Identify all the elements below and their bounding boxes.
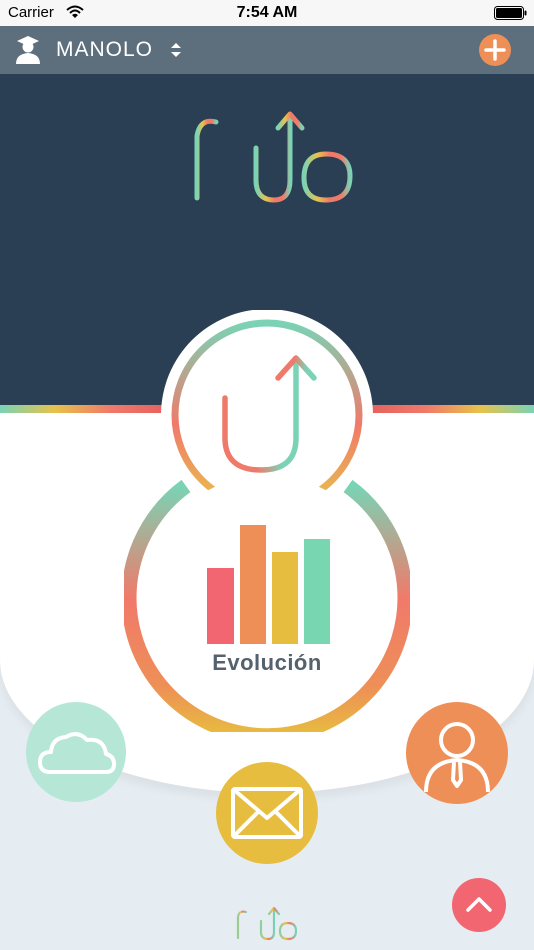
status-bar: Carrier 7:54 AM [0, 0, 534, 26]
chart-bar-4 [304, 539, 330, 644]
flup-logo-small [234, 906, 298, 948]
evolucion-label: Evolución [212, 650, 322, 675]
profile-button[interactable] [404, 700, 510, 806]
user-name[interactable]: MANOLO [56, 38, 153, 62]
nav-bar: MANOLO [0, 26, 534, 74]
chart-bar-2 [240, 525, 266, 644]
accent-stripe-left [0, 405, 165, 413]
chart-bar-1 [207, 568, 234, 644]
accent-stripe-right [372, 405, 534, 413]
cloud-button[interactable] [24, 700, 128, 804]
add-icon[interactable] [478, 33, 512, 67]
mail-button[interactable] [214, 760, 320, 866]
scroll-top-button[interactable] [450, 876, 508, 934]
status-time: 7:54 AM [236, 4, 298, 21]
sort-arrows-icon[interactable] [170, 42, 182, 58]
flup-logo [187, 111, 353, 226]
evolucion-button[interactable] [124, 470, 410, 732]
battery-icon [494, 6, 527, 20]
user-avatar-icon[interactable] [14, 35, 42, 65]
chart-bar-3 [272, 552, 298, 644]
